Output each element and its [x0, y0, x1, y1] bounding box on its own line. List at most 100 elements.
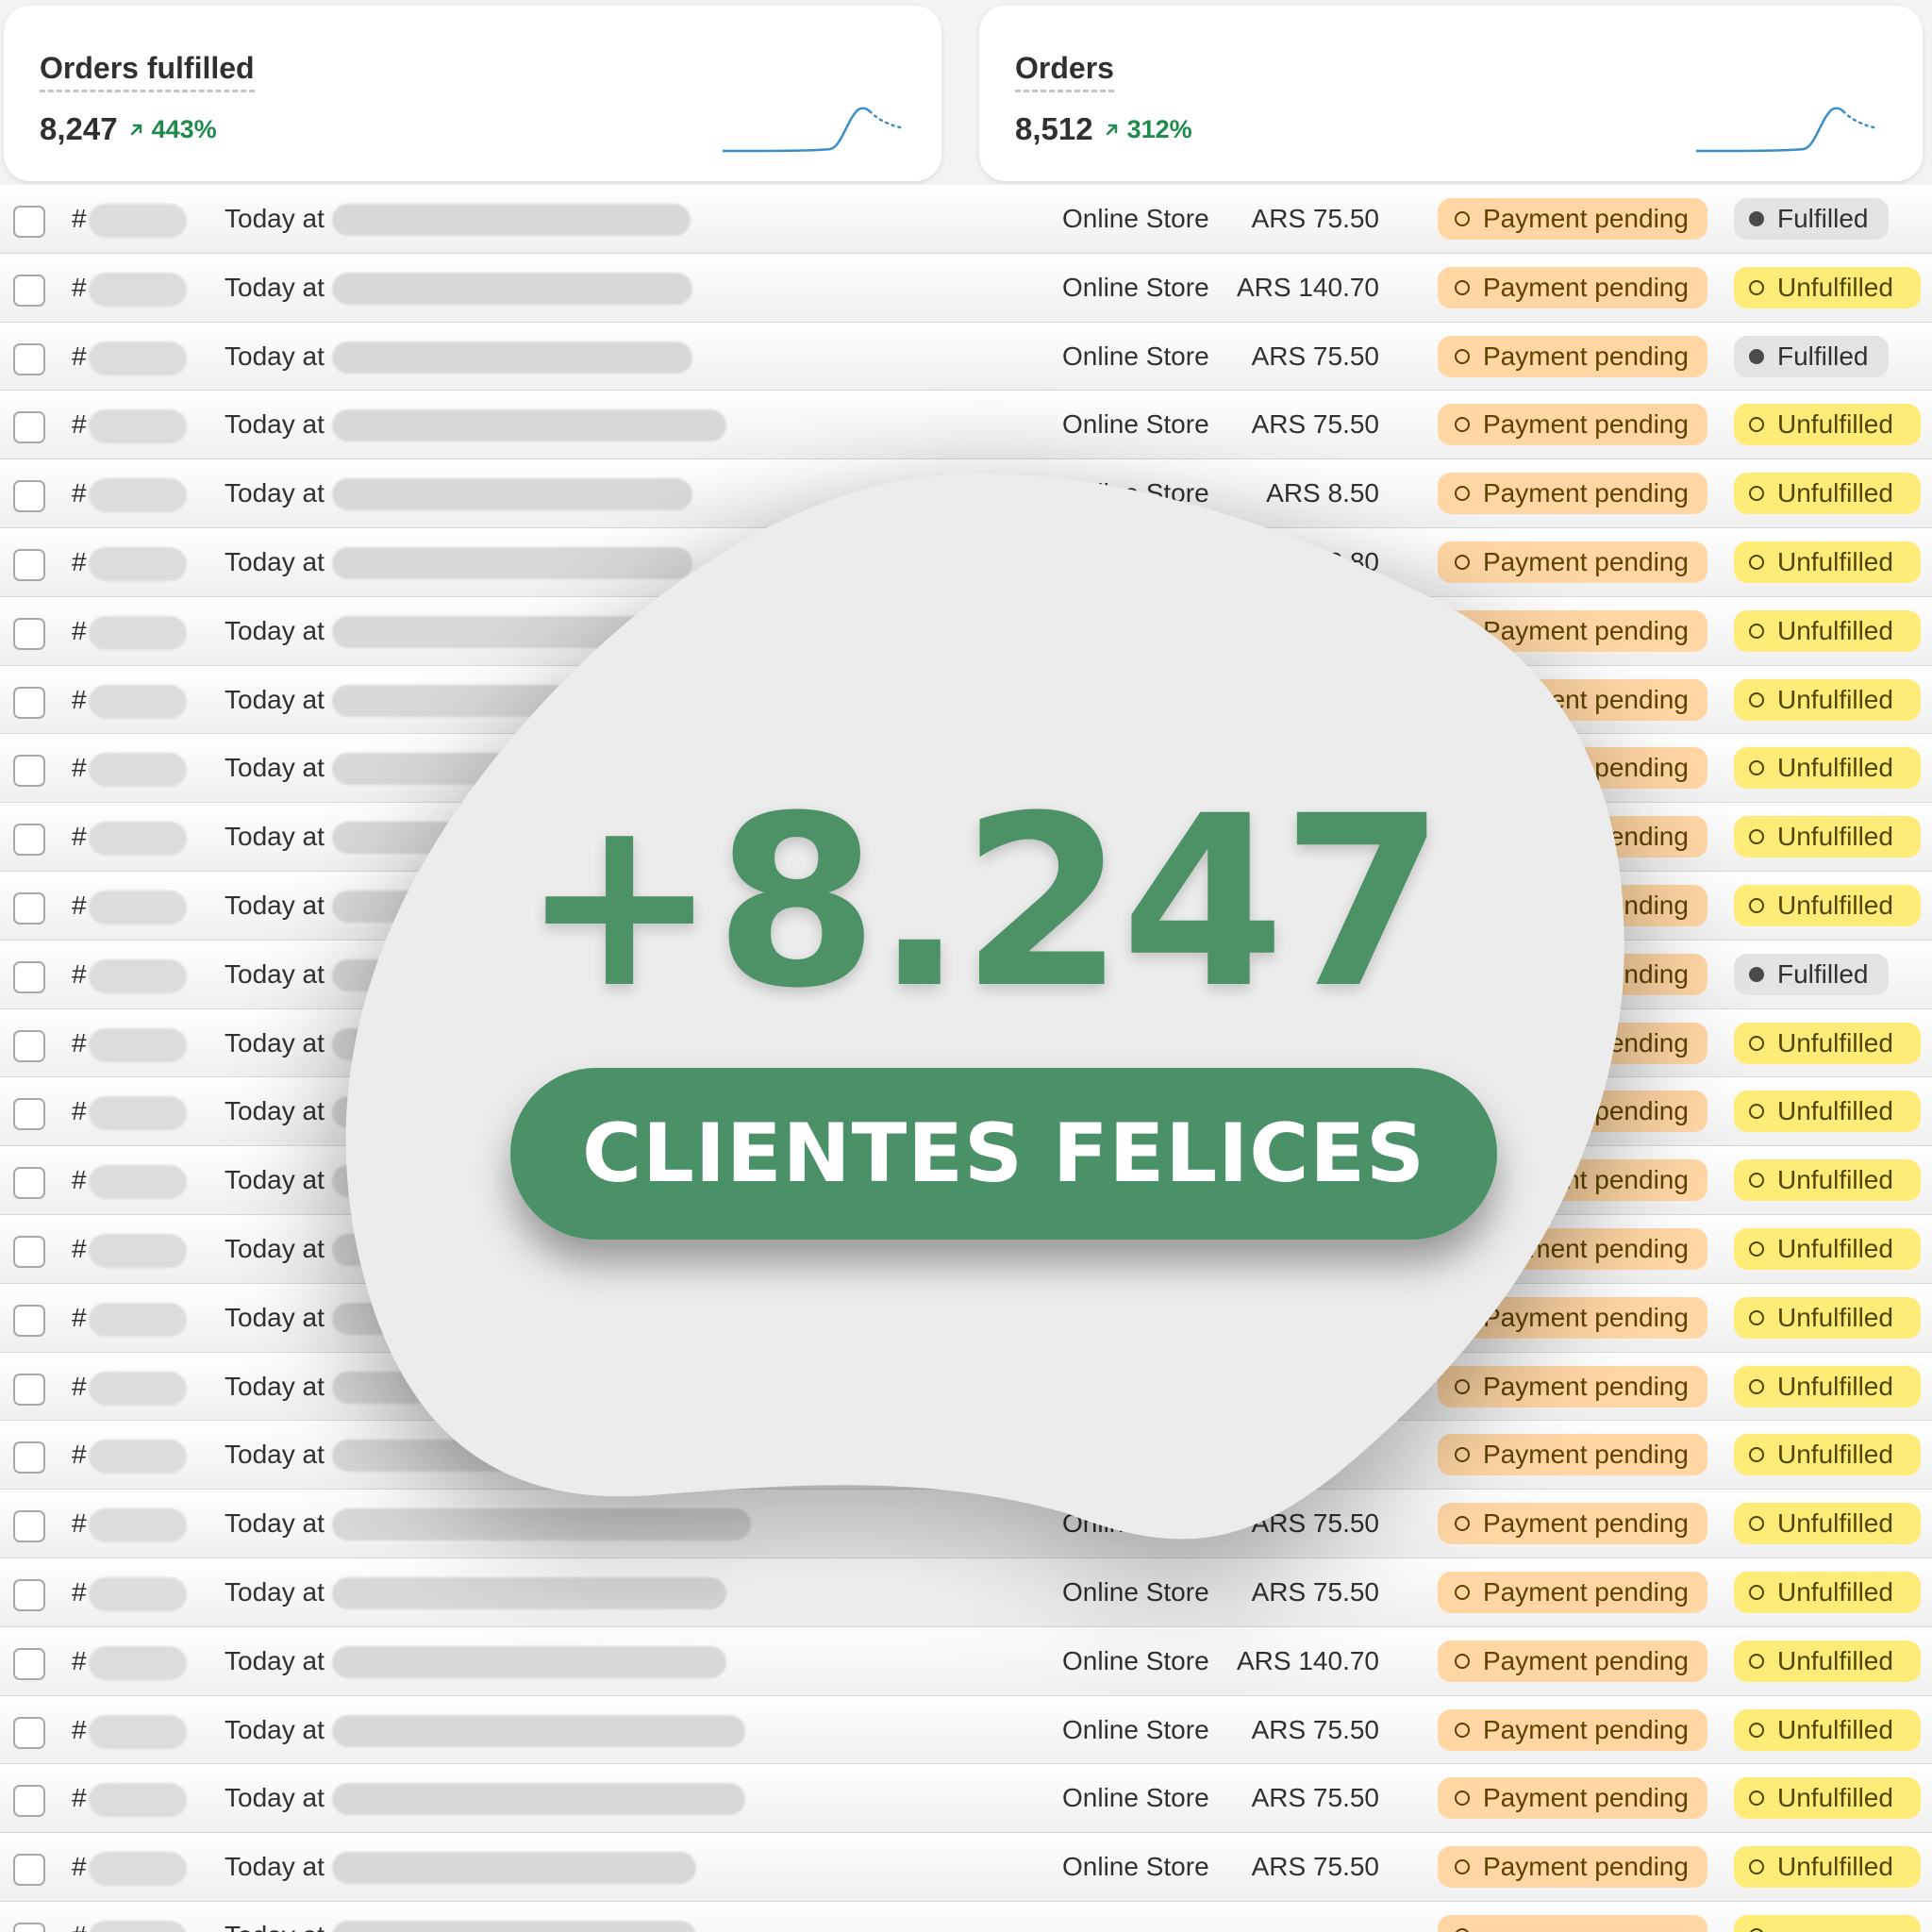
row-checkbox[interactable]: [13, 1235, 45, 1268]
row-checkbox[interactable]: [13, 1441, 45, 1474]
payment-status-label: Payment pending: [1483, 615, 1689, 645]
orders-card[interactable]: Orders 8,512 312%: [979, 6, 1923, 181]
row-checkbox[interactable]: [13, 548, 45, 581]
row-checkbox[interactable]: [13, 1029, 45, 1062]
payment-status-badge: Payment pending: [1438, 335, 1707, 377]
table-row[interactable]: # Today at Online Store ARS 68.80 Paymen…: [0, 527, 1932, 597]
order-number[interactable]: #: [72, 547, 87, 577]
row-checkbox[interactable]: [13, 617, 45, 650]
row-checkbox[interactable]: [13, 480, 45, 513]
order-number[interactable]: #: [72, 341, 87, 372]
table-row[interactable]: # Today at Online Store ARS 75.50 Paymen…: [0, 1557, 1932, 1627]
row-checkbox[interactable]: [13, 891, 45, 924]
status-ring-icon: [1455, 211, 1470, 226]
row-checkbox[interactable]: [13, 1373, 45, 1406]
order-number[interactable]: #: [72, 204, 87, 234]
order-number[interactable]: #: [72, 1028, 87, 1058]
order-number[interactable]: #: [72, 1852, 87, 1882]
order-number[interactable]: #: [72, 409, 87, 440]
order-date: Today at: [225, 684, 325, 714]
row-checkbox[interactable]: [13, 1785, 45, 1818]
order-number[interactable]: #: [72, 478, 87, 508]
row-checkbox[interactable]: [13, 1922, 45, 1932]
orders-fulfilled-card[interactable]: Orders fulfilled 8,247 443%: [4, 6, 941, 181]
table-row[interactable]: # Today at Payment pending Unfulfilled: [0, 596, 1932, 666]
table-row[interactable]: # Today at Online Store ARS 140.70 Payme…: [0, 1626, 1932, 1696]
order-number[interactable]: #: [72, 959, 87, 990]
redacted-date: [332, 546, 692, 579]
table-row[interactable]: # Today at Online Store ARS 75.50 Paymen…: [0, 185, 1932, 254]
table-row[interactable]: # Today at Online Store ARS 75.50 Paymen…: [0, 1490, 1932, 1558]
row-checkbox[interactable]: [13, 1167, 45, 1200]
order-number[interactable]: #: [72, 822, 87, 852]
payment-status-badge: Payment pending: [1438, 541, 1707, 583]
order-number[interactable]: #: [72, 1715, 87, 1745]
redacted-order-id: [89, 1371, 187, 1406]
table-row[interactable]: # Today at Payment pending Unfulfilled: [0, 1283, 1932, 1353]
payment-status-label: Payment pending: [1483, 1233, 1689, 1263]
row-checkbox[interactable]: [13, 411, 45, 444]
order-number[interactable]: #: [72, 1646, 87, 1676]
row-checkbox[interactable]: [13, 1716, 45, 1749]
row-checkbox[interactable]: [13, 755, 45, 788]
order-number[interactable]: #: [72, 1440, 87, 1470]
order-number[interactable]: #: [72, 685, 87, 715]
redacted-order-id: [89, 684, 187, 719]
redacted-order-id: [89, 478, 187, 513]
row-checkbox[interactable]: [13, 686, 45, 719]
order-date: Today at: [225, 204, 325, 233]
sales-channel: Online Store: [1062, 341, 1209, 371]
row-checkbox[interactable]: [13, 824, 45, 857]
table-row[interactable]: # Today at Payment pending Unfulfilled: [0, 665, 1932, 735]
order-number[interactable]: #: [72, 1165, 87, 1195]
table-row[interactable]: # Today at Payment pending Unfulfilled: [0, 1352, 1932, 1422]
fulfillment-status-badge: Fulfilled: [1734, 953, 1889, 995]
arrow-up-right-icon: [1106, 124, 1117, 136]
status-ring-icon: [1749, 1035, 1764, 1051]
row-checkbox[interactable]: [13, 274, 45, 307]
row-checkbox[interactable]: [13, 1510, 45, 1543]
table-row[interactable]: # Today at Online Store ARS 75.50 Paymen…: [0, 1833, 1932, 1902]
redacted-date: [332, 204, 691, 236]
payment-status-label: Payment pending: [1483, 1371, 1689, 1401]
order-number[interactable]: #: [72, 1921, 87, 1932]
sales-channel: Online Store: [1062, 1508, 1209, 1539]
order-number[interactable]: #: [72, 1303, 87, 1333]
row-checkbox[interactable]: [13, 206, 45, 238]
table-row[interactable]: # Today at Online Store ARS 75.50 Paymen…: [0, 1695, 1932, 1765]
payment-status-label: Payment pending: [1483, 684, 1689, 714]
order-number[interactable]: #: [72, 1234, 87, 1264]
order-number[interactable]: #: [72, 1372, 87, 1402]
table-row[interactable]: # Today at Online Store ARS 75.50 Paymen…: [0, 322, 1932, 391]
table-row[interactable]: # Today at Online Store ARS 140.70 Payme…: [0, 253, 1932, 323]
order-number[interactable]: #: [72, 1096, 87, 1126]
row-checkbox[interactable]: [13, 960, 45, 993]
redacted-order-id: [89, 1027, 187, 1062]
payment-status-badge: Payment pending: [1438, 1434, 1707, 1476]
order-number[interactable]: #: [72, 753, 87, 783]
order-number[interactable]: #: [72, 616, 87, 646]
order-number[interactable]: #: [72, 1508, 87, 1539]
row-checkbox[interactable]: [13, 1098, 45, 1131]
row-checkbox[interactable]: [13, 1578, 45, 1611]
table-row[interactable]: # Today at Payment pending Unfulfilled: [0, 1421, 1932, 1491]
row-checkbox[interactable]: [13, 1854, 45, 1887]
row-checkbox[interactable]: [13, 342, 45, 375]
order-number[interactable]: #: [72, 1783, 87, 1813]
status-ring-icon: [1455, 623, 1470, 639]
row-checkbox[interactable]: [13, 1647, 45, 1680]
fulfillment-status-badge: Unfulfilled: [1734, 1777, 1921, 1820]
row-checkbox[interactable]: [13, 1304, 45, 1337]
order-number[interactable]: #: [72, 891, 87, 921]
status-ring-icon: [1749, 1927, 1764, 1932]
table-row[interactable]: # Today at Online Store ARS 8.50 Payment…: [0, 459, 1932, 528]
status-ring-icon: [1455, 1035, 1470, 1051]
table-row[interactable]: # Today at Online Store ARS 75.50 Paymen…: [0, 391, 1932, 460]
order-number[interactable]: #: [72, 273, 87, 303]
table-row[interactable]: # Today at: [0, 1901, 1932, 1932]
table-row[interactable]: # Today at Online Store ARS 75.50 Paymen…: [0, 1764, 1932, 1834]
fulfillment-status-badge: Unfulfilled: [1734, 404, 1921, 446]
order-total: ARS 75.50: [1251, 204, 1379, 233]
order-number[interactable]: #: [72, 1577, 87, 1607]
status-ring-icon: [1749, 760, 1764, 776]
